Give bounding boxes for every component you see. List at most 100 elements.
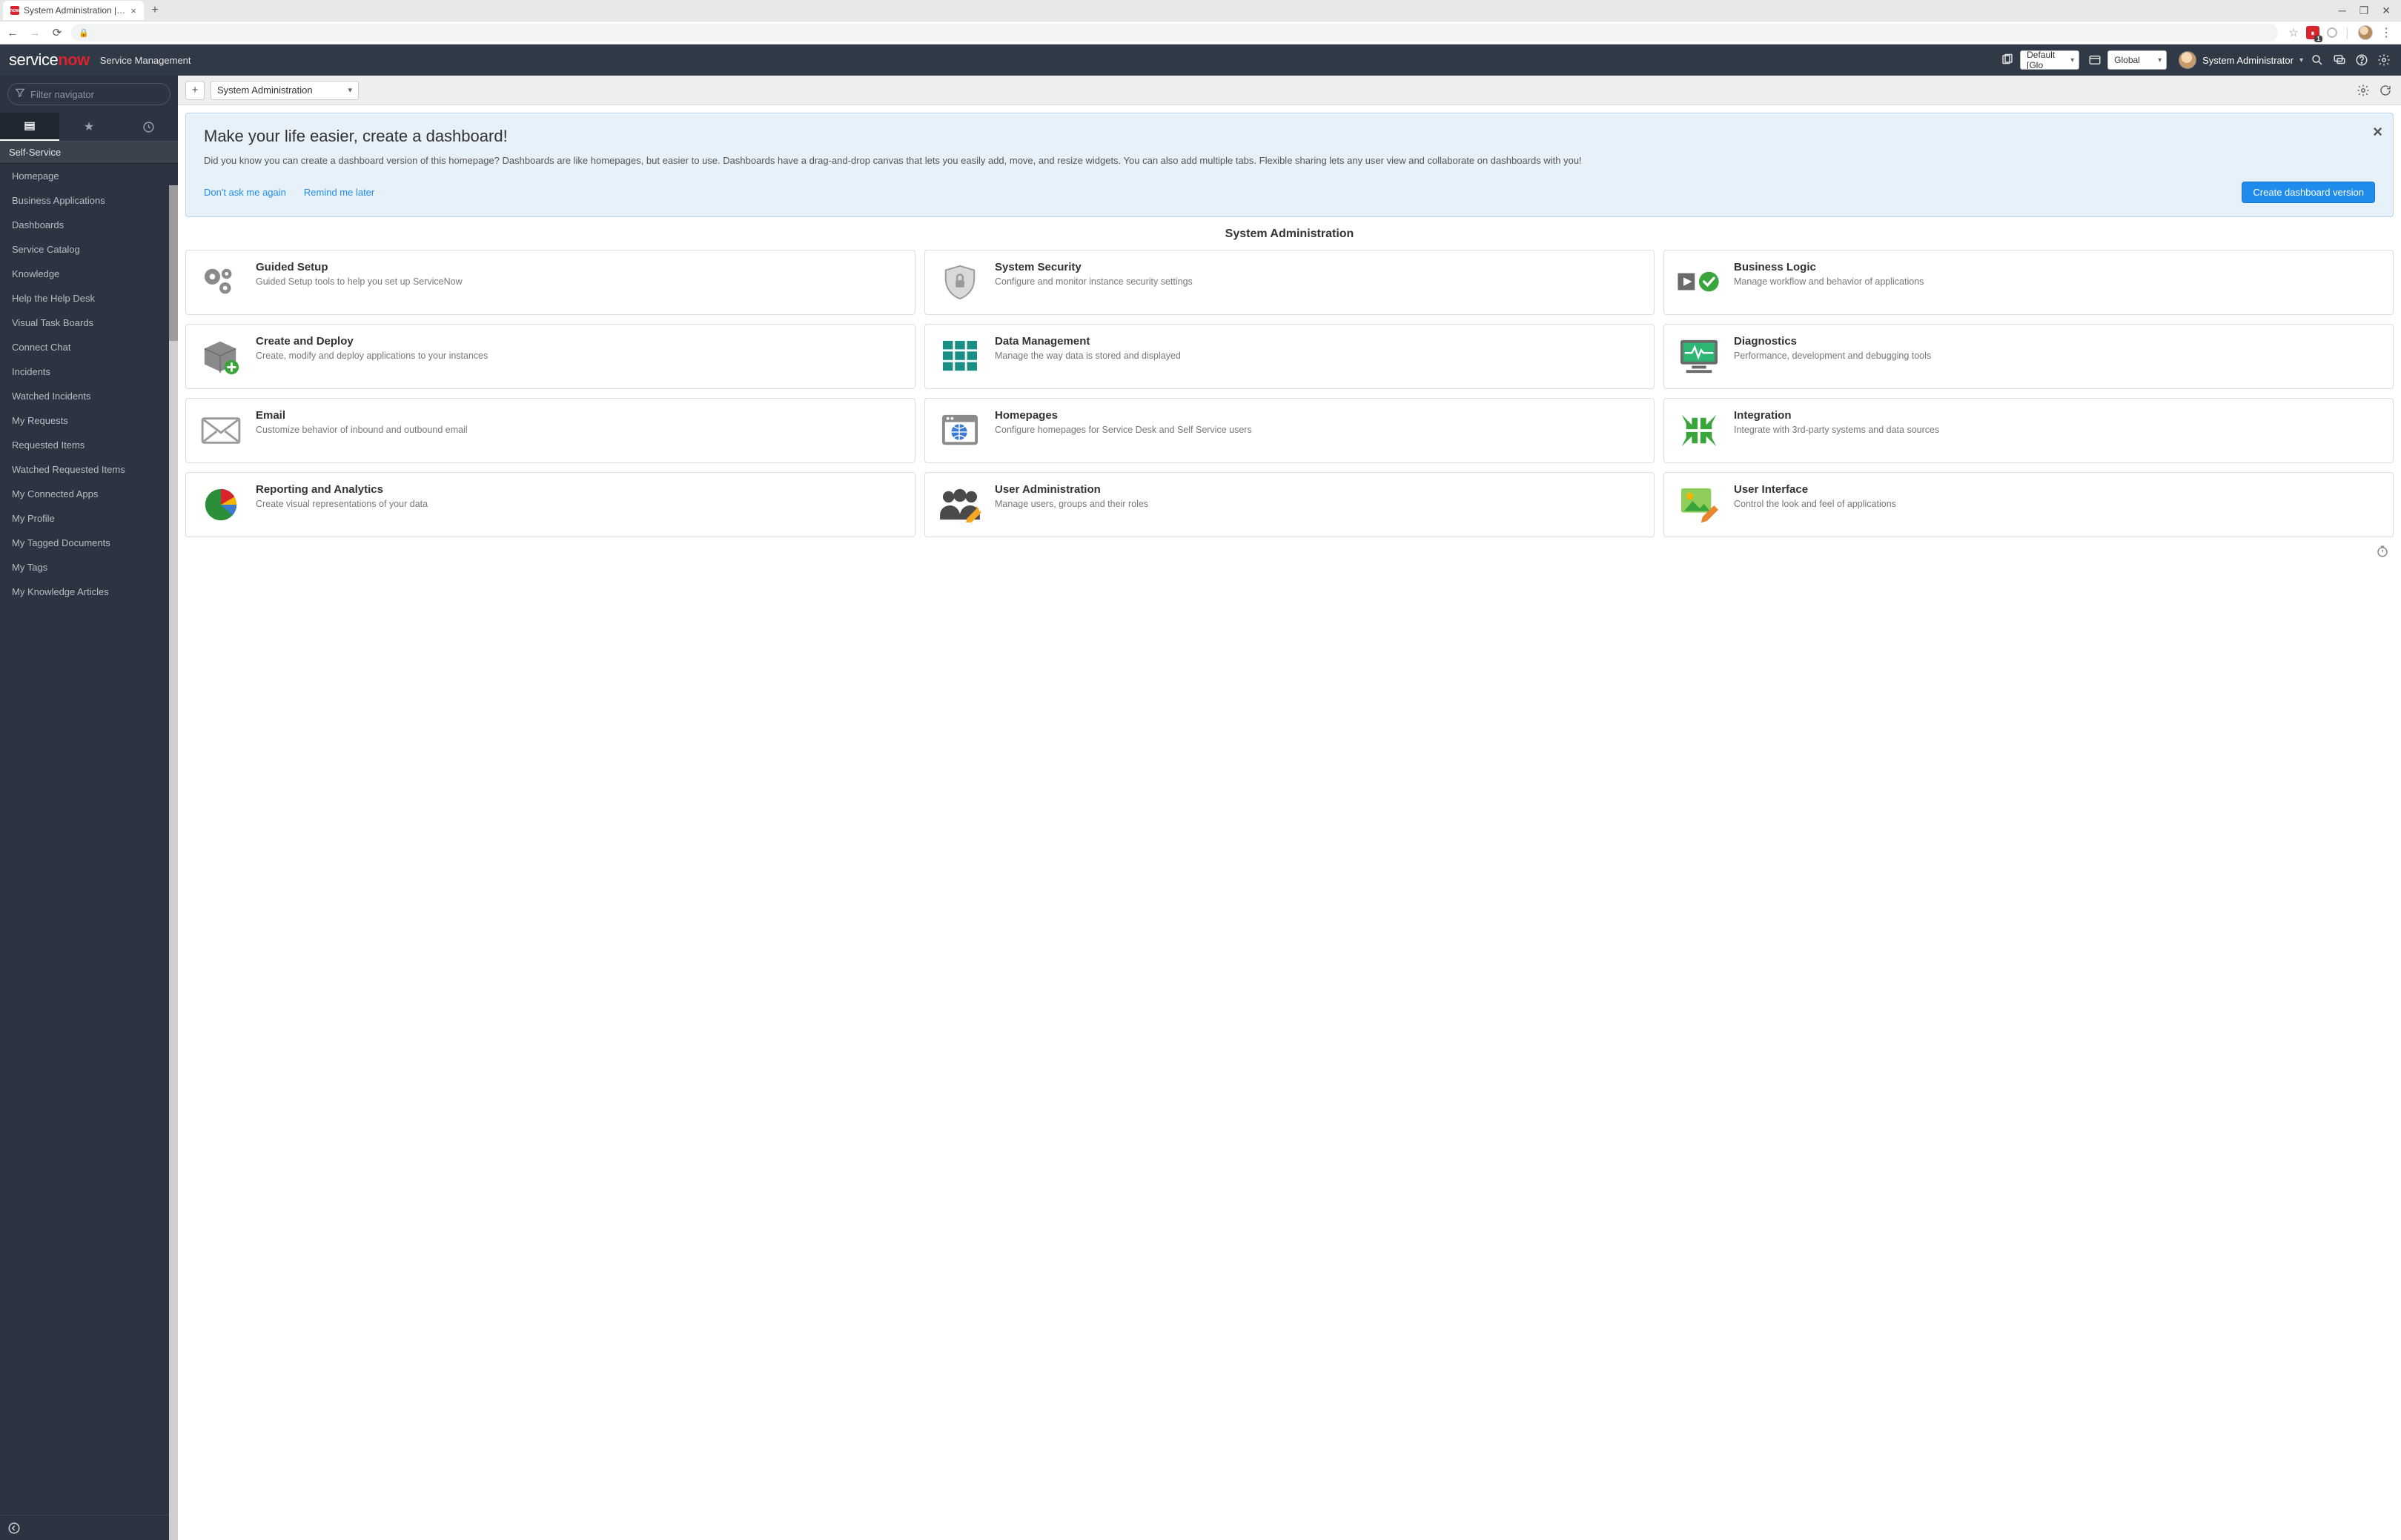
card[interactable]: Create and DeployCreate, modify and depl… [185, 324, 915, 389]
nav-item[interactable]: Incidents [0, 359, 178, 384]
app-header: servicenow Service Management Default [G… [0, 44, 2401, 76]
page-title: System Administration [185, 228, 2394, 241]
dashboard-banner: × Make your life easier, create a dashbo… [185, 113, 2394, 217]
nav-item[interactable]: My Connected Apps [0, 482, 178, 506]
chevron-down-icon: ▾ [2299, 56, 2303, 64]
page-refresh-icon[interactable] [2379, 84, 2394, 97]
extension-dot-icon[interactable] [2327, 27, 2337, 38]
card[interactable]: Reporting and AnalyticsCreate visual rep… [185, 472, 915, 537]
nav-tab-history[interactable] [119, 113, 178, 141]
nav-item[interactable]: My Knowledge Articles [0, 580, 178, 604]
card[interactable]: Data ManagementManage the way data is st… [924, 324, 1655, 389]
url-field[interactable]: 🔒 [71, 24, 2278, 42]
page-select-value: System Administration [217, 84, 313, 96]
card-title: Homepages [995, 409, 1642, 422]
browser-tab[interactable]: now System Administration | ServiceN × [3, 1, 144, 20]
profile-avatar-icon[interactable] [2358, 25, 2373, 40]
application-scope-icon[interactable] [1999, 52, 2016, 68]
card[interactable]: Business LogicManage workflow and behavi… [1663, 250, 2394, 315]
nav-item[interactable]: Business Applications [0, 188, 178, 213]
user-menu[interactable]: System Administrator ▾ [2179, 51, 2303, 69]
forward-button[interactable]: → [27, 27, 43, 39]
product-name: Service Management [100, 55, 191, 66]
search-icon[interactable] [2311, 53, 2325, 67]
reload-button[interactable]: ⟳ [49, 26, 65, 39]
settings-gear-icon[interactable] [2377, 53, 2392, 67]
nav-item[interactable]: Watched Incidents [0, 384, 178, 408]
nav-footer [0, 1515, 178, 1540]
card[interactable]: User Interface Control the look and feel … [1663, 472, 2394, 537]
card-desc: Configure homepages for Service Desk and… [995, 424, 1642, 437]
bookmark-star-icon[interactable]: ☆ [2288, 26, 2298, 39]
nav-item[interactable]: My Profile [0, 506, 178, 531]
card-icon [937, 483, 983, 526]
browser-menu-icon[interactable]: ⋮ [2380, 25, 2392, 40]
card-icon [1676, 335, 1722, 378]
nav-item[interactable]: My Requests [0, 408, 178, 433]
card[interactable]: Homepages Configure homepages for Service… [924, 398, 1655, 463]
add-content-button[interactable]: + [185, 81, 205, 100]
page-settings-gear-icon[interactable] [2357, 84, 2371, 97]
card-title: Diagnostics [1734, 335, 2381, 348]
browser-chrome: now System Administration | ServiceN × +… [0, 0, 2401, 44]
nav-item[interactable]: Dashboards [0, 213, 178, 237]
window-controls: ─ ❐ ✕ [2339, 4, 2398, 17]
left-nav: ★ Self-Service HomepageBusiness Applicat… [0, 76, 178, 1540]
minimize-icon[interactable]: ─ [2339, 4, 2346, 17]
card[interactable]: User AdministrationManage users, groups … [924, 472, 1655, 537]
card-title: Email [256, 409, 903, 422]
card-icon [1676, 483, 1722, 526]
nav-item[interactable]: Requested Items [0, 433, 178, 457]
close-window-icon[interactable]: ✕ [2382, 4, 2391, 17]
nav-item[interactable]: Visual Task Boards [0, 311, 178, 335]
new-tab-button[interactable]: + [147, 2, 163, 19]
collapse-nav-icon[interactable] [7, 1521, 21, 1535]
nav-tab-favorites[interactable]: ★ [59, 113, 119, 141]
nav-item[interactable]: Watched Requested Items [0, 457, 178, 482]
nav-item[interactable]: My Tags [0, 555, 178, 580]
nav-scrollbar[interactable] [169, 185, 178, 1540]
nav-item[interactable]: Homepage [0, 164, 178, 188]
nav-item[interactable]: Help the Help Desk [0, 286, 178, 311]
nav-item[interactable]: Service Catalog [0, 237, 178, 262]
card-desc: Control the look and feel of application… [1734, 498, 2381, 511]
maximize-icon[interactable]: ❐ [2359, 4, 2369, 17]
chat-icon[interactable] [2333, 53, 2348, 67]
nav-item[interactable]: Connect Chat [0, 335, 178, 359]
banner-close-icon[interactable]: × [2373, 122, 2382, 142]
nav-tab-all[interactable] [0, 113, 59, 141]
card[interactable]: System Security Configure and monitor ins… [924, 250, 1655, 315]
card[interactable]: Guided SetupGuided Setup tools to help y… [185, 250, 915, 315]
card-icon [198, 261, 244, 304]
timer-icon[interactable] [2376, 545, 2389, 558]
update-set-icon[interactable] [2087, 52, 2103, 68]
remind-later-link[interactable]: Remind me later [304, 187, 374, 198]
user-name-label: System Administrator [2202, 55, 2294, 66]
help-icon[interactable] [2355, 53, 2370, 67]
logo-now: now [58, 50, 90, 70]
filter-navigator-input[interactable] [7, 83, 170, 105]
card[interactable]: IntegrationIntegrate with 3rd-party syst… [1663, 398, 2394, 463]
extension-badge-icon[interactable]: ∎1 [2306, 26, 2319, 39]
nav-section-header[interactable]: Self-Service [0, 141, 178, 164]
card-desc: Integrate with 3rd-party systems and dat… [1734, 424, 2381, 437]
card-desc: Configure and monitor instance security … [995, 276, 1642, 289]
back-button[interactable]: ← [4, 27, 21, 39]
tab-close-icon[interactable]: × [130, 5, 136, 16]
nav-item[interactable]: My Tagged Documents [0, 531, 178, 555]
create-dashboard-button[interactable]: Create dashboard version [2242, 182, 2375, 203]
card[interactable]: DiagnosticsPerformance, development and … [1663, 324, 2394, 389]
application-scope-select[interactable]: Default [Glo [2020, 50, 2079, 70]
update-set-select[interactable]: Global [2107, 50, 2167, 70]
card-icon [198, 409, 244, 452]
lock-icon: 🔒 [79, 28, 89, 38]
logo[interactable]: servicenow [9, 50, 90, 70]
page-select[interactable]: System Administration [211, 81, 359, 100]
nav-item[interactable]: Knowledge [0, 262, 178, 286]
card-title: System Security [995, 261, 1642, 273]
card[interactable]: EmailCustomize behavior of inbound and o… [185, 398, 915, 463]
card-title: User Interface [1734, 483, 2381, 496]
dont-ask-again-link[interactable]: Don't ask me again [204, 187, 286, 198]
card-icon [1676, 261, 1722, 304]
card-desc: Create visual representations of your da… [256, 498, 903, 511]
